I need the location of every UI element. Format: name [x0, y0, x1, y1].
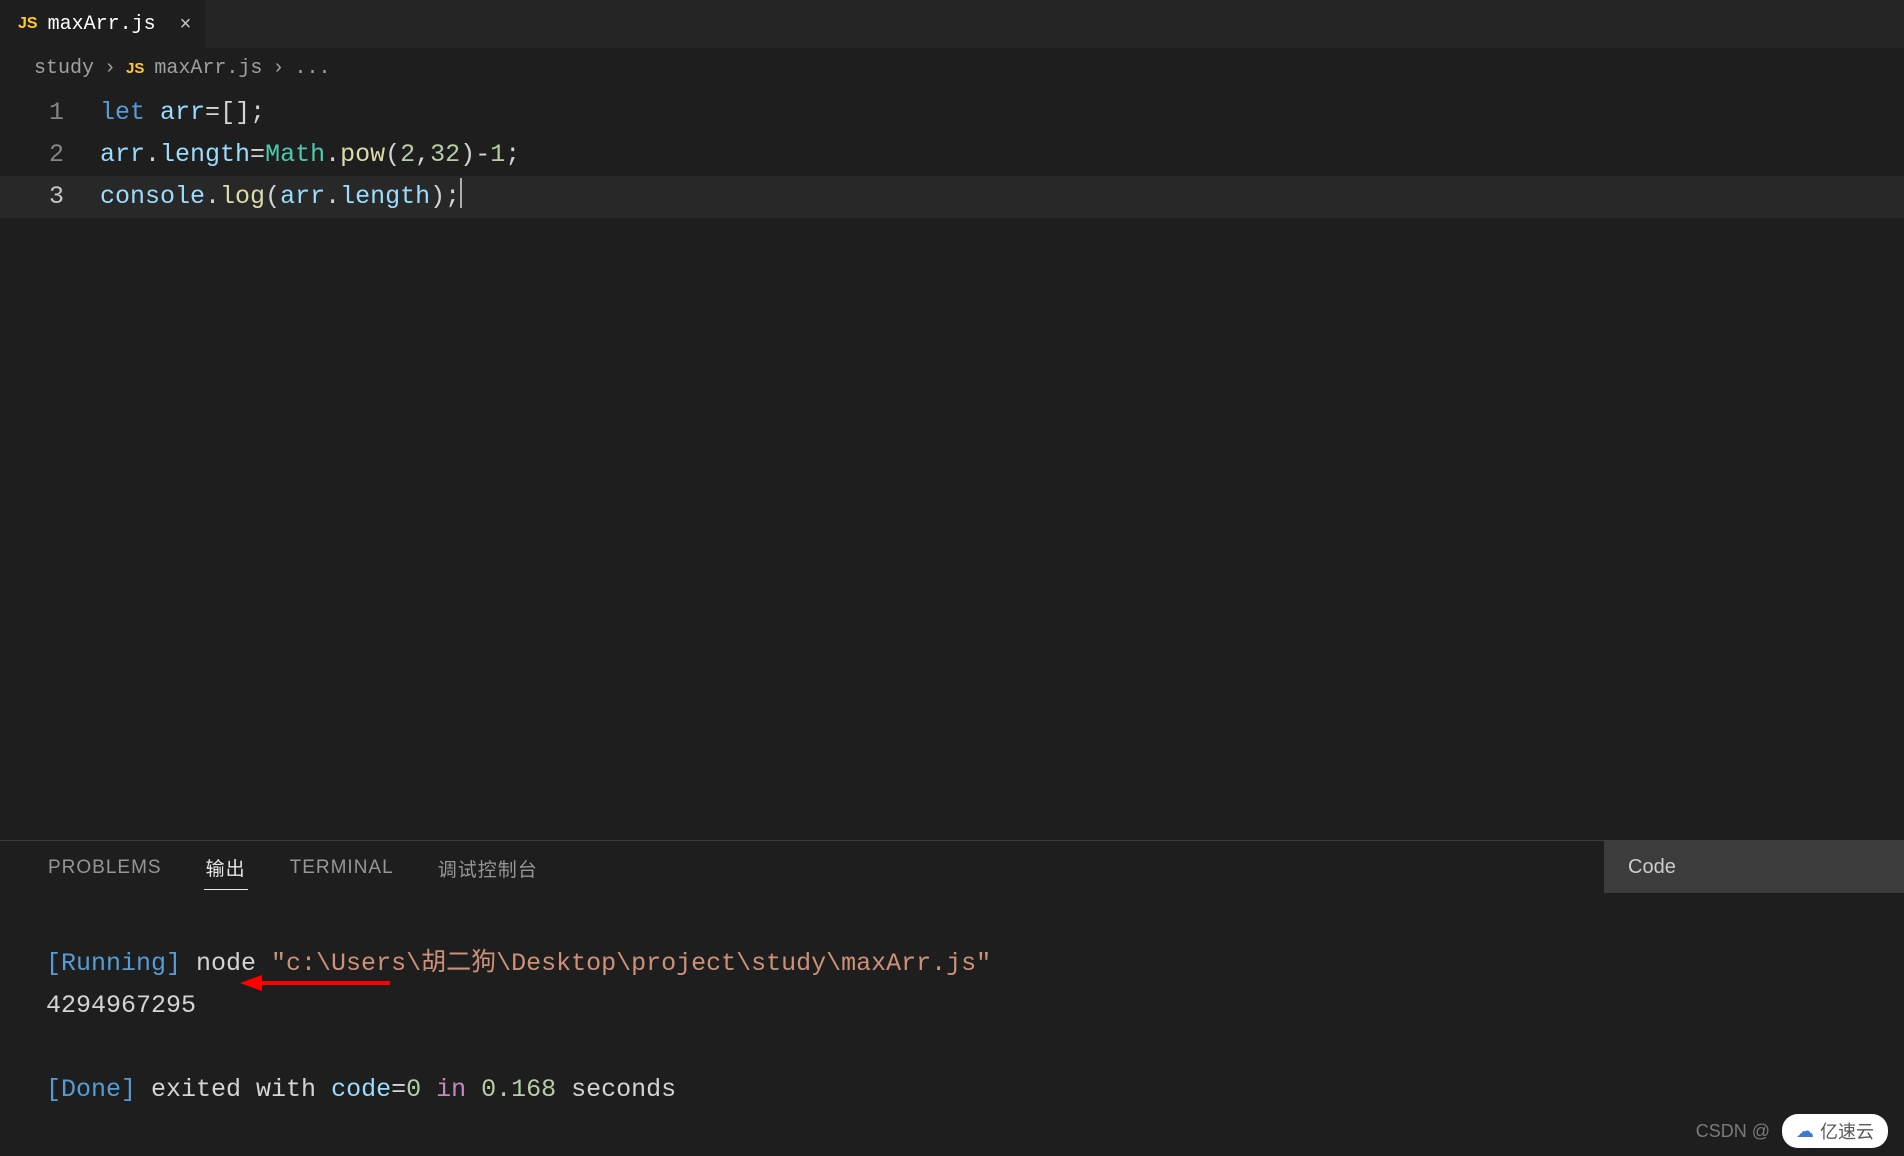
close-icon[interactable]: × [180, 13, 192, 36]
output-channel-selector[interactable]: Code [1604, 841, 1904, 893]
code-line[interactable]: 1 let arr=[]; [0, 92, 1904, 134]
tab-output[interactable]: 输出 [204, 844, 248, 890]
line-number: 3 [0, 176, 100, 218]
code-content[interactable]: console.log(arr.length); [100, 176, 462, 218]
watermark-csdn: CSDN @ [1696, 1121, 1770, 1142]
chevron-right-icon: › [104, 57, 116, 80]
watermark: CSDN @ ☁ 亿速云 [1696, 1114, 1888, 1148]
editor-tab[interactable]: JS maxArr.js × [0, 0, 206, 48]
breadcrumb-file[interactable]: maxArr.js [154, 57, 262, 80]
output-channel-label: Code [1628, 856, 1676, 879]
breadcrumb-folder[interactable]: study [34, 57, 94, 80]
output-result: 4294967295 [46, 991, 196, 1020]
js-file-icon: JS [18, 15, 38, 33]
tab-bar: JS maxArr.js × [0, 0, 1904, 48]
code-editor[interactable]: 1 let arr=[]; 2 arr.length=Math.pow(2,32… [0, 88, 1904, 848]
tab-terminal[interactable]: TERMINAL [288, 847, 396, 887]
line-number: 1 [0, 92, 100, 134]
watermark-badge-text: 亿速云 [1820, 1118, 1874, 1144]
text-cursor [460, 178, 462, 208]
tab-filename: maxArr.js [48, 13, 156, 36]
js-file-icon: JS [126, 60, 144, 77]
breadcrumb[interactable]: study › JS maxArr.js › ... [0, 48, 1904, 88]
code-line[interactable]: 3 console.log(arr.length); [0, 176, 1904, 218]
code-line[interactable]: 2 arr.length=Math.pow(2,32)-1; [0, 134, 1904, 176]
breadcrumb-trailing: ... [294, 57, 330, 80]
cloud-icon: ☁ [1796, 1121, 1814, 1142]
chevron-right-icon: › [272, 57, 284, 80]
watermark-badge: ☁ 亿速云 [1782, 1114, 1888, 1148]
output-content[interactable]: [Running] node "c:\Users\胡二狗\Desktop\pro… [0, 893, 1904, 1111]
code-content[interactable]: let arr=[]; [100, 92, 265, 134]
bottom-panel: PROBLEMS 输出 TERMINAL 调试控制台 Code [Running… [0, 840, 1904, 1156]
tab-debug-console[interactable]: 调试控制台 [436, 845, 540, 890]
line-number: 2 [0, 134, 100, 176]
code-content[interactable]: arr.length=Math.pow(2,32)-1; [100, 134, 520, 176]
tab-problems[interactable]: PROBLEMS [46, 847, 164, 887]
